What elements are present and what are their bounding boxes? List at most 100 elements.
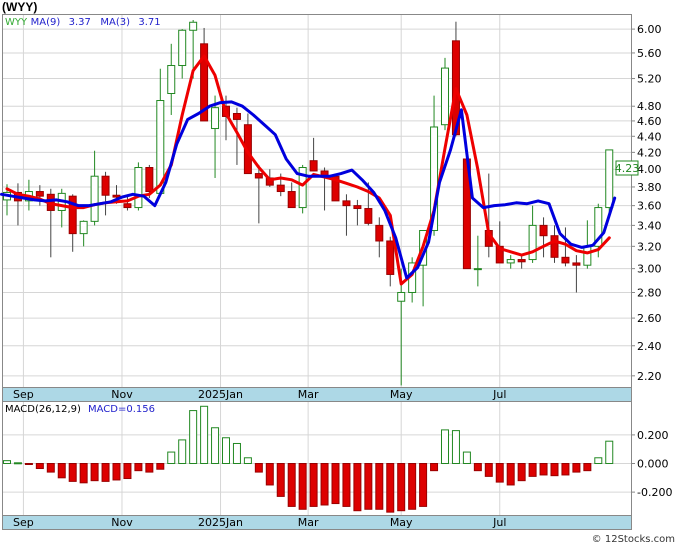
price-tick-label: 5.20 (637, 73, 662, 86)
legend-item: 3.37 (69, 17, 91, 28)
price-tick-label: 2.60 (637, 312, 662, 325)
candle-body (90, 175, 99, 222)
macd-bar (13, 462, 22, 465)
macd-bar (24, 463, 33, 466)
candle-body (232, 112, 241, 120)
macd-bar (309, 463, 318, 507)
macd-bar (572, 463, 581, 473)
candle-body (342, 200, 351, 207)
macd-tick-label: 0.200 (637, 429, 669, 442)
candle-body (123, 203, 132, 209)
candle-body (572, 262, 581, 266)
macd-bar (101, 463, 110, 482)
candle-body (397, 291, 406, 302)
macd-bar (134, 463, 143, 472)
candle-body (167, 65, 176, 94)
price-tick-label: 4.60 (637, 115, 662, 128)
macd-bar (320, 463, 329, 506)
macd-bar (167, 451, 176, 465)
x-axis-label: 2025Jan (198, 388, 243, 401)
macd-bar (298, 463, 307, 510)
x-axis-label: Mar (298, 516, 319, 529)
macd-bar (375, 463, 384, 510)
candle-body (35, 191, 44, 197)
macd-bar (243, 457, 252, 465)
legend-item: 3.71 (138, 17, 160, 28)
chart-container: (WYY) 6.00 5.60 5.20 4.80 4.60 4.40 4.20 4.00 3.… (0, 0, 680, 546)
candle-body (550, 235, 559, 258)
macd-bar (232, 442, 241, 465)
legend-item: MA(9) (31, 17, 61, 28)
macd-bar (364, 463, 373, 510)
x-axis-label: May (390, 388, 413, 401)
macd-bar (484, 463, 493, 477)
price-tick-label: 3.60 (637, 200, 662, 213)
macd-y-axis: 0.200 0.000 -0.200 (637, 429, 672, 499)
macd-bar (539, 463, 548, 476)
candle-body (178, 29, 187, 67)
candle-body (287, 191, 296, 209)
macd-bar (353, 463, 362, 512)
macd-bar (331, 463, 340, 505)
macd-title: MACD(26,12,9) (5, 404, 81, 415)
candle-body (386, 240, 395, 275)
candle-body (309, 160, 318, 172)
macd-bar (178, 439, 187, 465)
price-tick-label: 6.00 (637, 23, 662, 36)
candle-body (189, 21, 198, 31)
macd-bar (451, 430, 460, 465)
price-tick-label: 2.80 (637, 286, 662, 299)
macd-bar (265, 463, 274, 486)
candle-body (145, 167, 154, 193)
candle-body (583, 245, 592, 266)
macd-bar (287, 463, 296, 507)
macd-bar (254, 463, 263, 473)
candle-body (134, 167, 143, 209)
macd-bar (112, 463, 121, 481)
candle-body (506, 259, 515, 264)
legend-item: WYY (5, 17, 28, 28)
macd-bar (68, 463, 77, 482)
macd-bar (46, 463, 55, 473)
candle-body (211, 107, 220, 130)
macd-bar (156, 463, 165, 470)
macd-bar (3, 460, 11, 465)
price-tick-label: 4.20 (637, 146, 662, 159)
macd-bar (473, 463, 482, 472)
candle-body (528, 224, 537, 261)
price-tick-label: 3.40 (637, 219, 662, 232)
candle-body (101, 175, 110, 196)
macd-bar (419, 463, 428, 507)
candle-body (375, 224, 384, 242)
macd-bar (35, 463, 44, 470)
x-axis-label: Nov (111, 516, 133, 529)
candle-body (539, 224, 548, 237)
price-tick-label: 3.00 (637, 263, 662, 276)
candle-body (441, 67, 449, 126)
macd-value-label: MACD=0.156 (88, 404, 155, 415)
macd-bar (397, 463, 406, 512)
candle-body (79, 220, 88, 235)
macd-bar (189, 410, 198, 465)
macd-bar (561, 463, 570, 476)
macd-bar (605, 440, 614, 465)
price-tick-label: 4.40 (637, 130, 662, 143)
legend-item: MA(3) (100, 17, 130, 28)
price-tick-label: 3.80 (637, 181, 662, 194)
macd-bar (57, 463, 66, 479)
candle-body (276, 184, 285, 193)
x-axis-label: May (390, 516, 413, 529)
price-tick-label: 2.20 (637, 370, 662, 383)
x-axis-label: Sep (13, 516, 34, 529)
candle-body (353, 205, 362, 210)
x-axis-label: Sep (13, 388, 34, 401)
price-tick-label: 4.00 (637, 163, 662, 176)
macd-bar (90, 463, 99, 482)
macd-tick-label: -0.200 (637, 486, 672, 499)
candle-body (254, 173, 263, 179)
macd-bar (550, 463, 559, 477)
macd-bar (495, 463, 504, 483)
macd-bar (430, 463, 439, 472)
x-axis-label: Jul (492, 516, 506, 529)
macd-bar (386, 463, 395, 513)
